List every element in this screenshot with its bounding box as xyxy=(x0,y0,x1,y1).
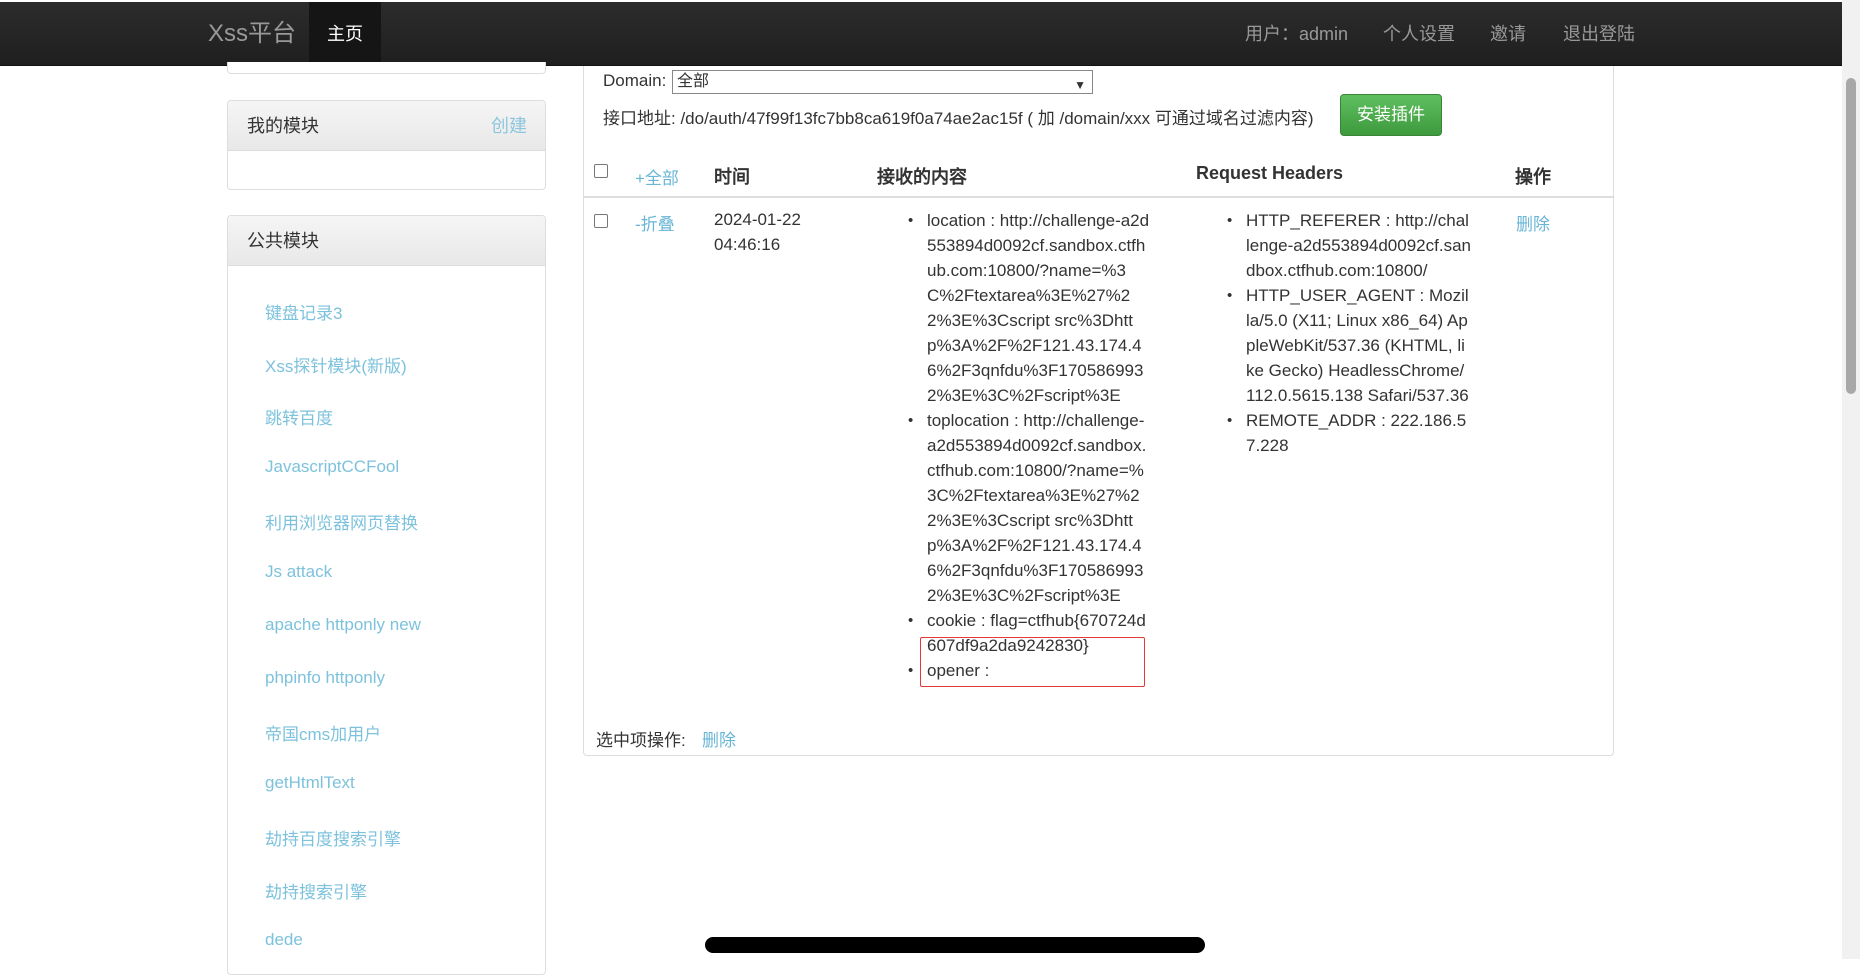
table-header-divider xyxy=(584,196,1613,198)
brand-logo[interactable]: Xss平台 xyxy=(208,2,296,66)
nav-user[interactable]: 用户：admin xyxy=(1245,2,1348,66)
my-modules-header: 我的模块 创建 xyxy=(228,101,545,151)
collapse-row-link[interactable]: -折叠 xyxy=(635,210,675,235)
list-item: REMOTE_ADDR : 222.186.57.228 xyxy=(1227,408,1472,458)
bulk-delete-link[interactable]: 删除 xyxy=(702,726,736,751)
api-address-text: 接口地址: /do/auth/47f99f13fc7bb8ca619f0a74a… xyxy=(603,109,1314,128)
bulk-actions-label: 选中项操作: xyxy=(596,731,686,750)
module-item[interactable]: getHtmlText xyxy=(265,773,355,793)
chevron-down-icon: ▼ xyxy=(1074,78,1086,92)
public-modules-title: 公共模块 xyxy=(247,231,319,251)
column-header-request-headers: Request Headers xyxy=(1196,163,1344,183)
list-item: toplocation : http://challenge-a2d553894… xyxy=(908,408,1153,608)
my-modules-panel: 我的模块 创建 xyxy=(227,100,546,190)
column-header-action: 操作 xyxy=(1515,167,1551,187)
module-item[interactable]: 劫持百度搜索引擎 xyxy=(265,825,401,850)
scrollbar-thumb[interactable] xyxy=(1846,78,1856,394)
content-location: location : http://challenge-a2d553894d00… xyxy=(927,211,1150,405)
module-item[interactable]: 劫持搜索引擎 xyxy=(265,878,367,903)
header-referer: HTTP_REFERER : http://challenge-a2d55389… xyxy=(1246,211,1471,280)
domain-label: Domain: xyxy=(603,71,667,90)
header-remote-addr: REMOTE_ADDR : 222.186.57.228 xyxy=(1246,411,1467,455)
module-item[interactable]: 键盘记录3 xyxy=(265,299,342,324)
public-modules-panel: 公共模块 键盘记录3 Xss探针模块(新版) 跳转百度 JavascriptCC… xyxy=(227,215,546,975)
domain-select-value: 全部 xyxy=(677,73,710,90)
column-header-content: 接收的内容 xyxy=(877,167,967,187)
cookie-highlight-box xyxy=(920,637,1145,687)
expand-all-link[interactable]: +全部 xyxy=(635,164,679,189)
domain-select[interactable]: 全部 ▼ xyxy=(672,70,1093,94)
home-indicator-bar xyxy=(705,937,1205,953)
nav-invite[interactable]: 邀请 xyxy=(1490,2,1526,66)
module-item[interactable]: apache httponly new xyxy=(265,615,421,635)
row-checkbox[interactable] xyxy=(594,214,608,228)
install-plugin-button[interactable]: 安装插件 xyxy=(1340,94,1442,136)
module-item[interactable]: Js attack xyxy=(265,562,332,582)
module-item[interactable]: phpinfo httponly xyxy=(265,668,385,688)
select-all-checkbox[interactable] xyxy=(594,164,608,178)
content-toplocation: toplocation : http://challenge-a2d553894… xyxy=(927,411,1147,605)
public-modules-header: 公共模块 xyxy=(228,216,545,266)
request-headers-list: HTTP_REFERER : http://challenge-a2d55389… xyxy=(1227,208,1472,458)
my-modules-title: 我的模块 xyxy=(247,116,319,136)
row-delete-link[interactable]: 删除 xyxy=(1516,210,1550,235)
module-item[interactable]: 帝国cms加用户 xyxy=(265,720,381,745)
list-item: location : http://challenge-a2d553894d00… xyxy=(908,208,1153,408)
nav-logout[interactable]: 退出登陆 xyxy=(1563,2,1635,66)
module-item[interactable]: 利用浏览器网页替换 xyxy=(265,509,418,534)
module-item[interactable]: Xss探针模块(新版) xyxy=(265,352,407,377)
module-item[interactable]: 跳转百度 xyxy=(265,404,333,429)
module-item[interactable]: JavascriptCCFool xyxy=(265,457,399,477)
create-module-link[interactable]: 创建 xyxy=(491,101,527,151)
received-content-list: location : http://challenge-a2d553894d00… xyxy=(908,208,1153,683)
row-time: 04:46:16 xyxy=(714,235,781,254)
top-navbar: Xss平台 主页 用户：admin 个人设置 邀请 退出登陆 xyxy=(0,2,1842,66)
list-item: HTTP_USER_AGENT : Mozilla/5.0 (X11; Linu… xyxy=(1227,283,1472,408)
list-item: HTTP_REFERER : http://challenge-a2d55389… xyxy=(1227,208,1472,283)
row-date: 2024-01-22 xyxy=(714,210,801,229)
nav-settings[interactable]: 个人设置 xyxy=(1383,2,1455,66)
module-item[interactable]: dede xyxy=(265,930,303,950)
column-header-time: 时间 xyxy=(714,167,750,187)
header-user-agent: HTTP_USER_AGENT : Mozilla/5.0 (X11; Linu… xyxy=(1246,286,1469,405)
sidebar-panel-top-stub xyxy=(227,62,546,74)
nav-home-tab[interactable]: 主页 xyxy=(309,2,381,66)
